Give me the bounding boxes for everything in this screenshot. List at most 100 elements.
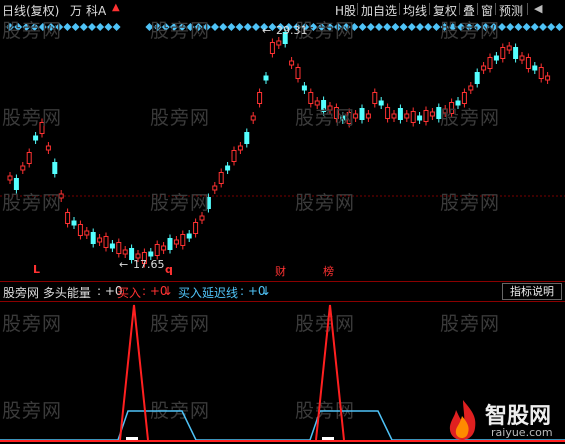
candle-body <box>148 251 154 257</box>
candle-body <box>7 175 13 181</box>
candle-body <box>346 112 352 124</box>
candle-body <box>193 222 199 234</box>
period-label[interactable]: 日线(复权) <box>2 2 59 19</box>
candle-body <box>263 75 269 81</box>
white-bar <box>126 437 138 440</box>
signal-diamond <box>186 23 195 31</box>
indicator-header: 股旁网 多头能量 : +0 买入 : +0 ↓ 买入延迟线 : +0 ↓ 指标说… <box>0 281 565 302</box>
candle-body <box>186 233 192 239</box>
candlestick-chart <box>0 23 565 268</box>
candle-body <box>519 55 525 61</box>
signal-diamond <box>309 23 318 31</box>
brand-logo: 智股网 raiyue.com <box>443 398 563 442</box>
candle-body <box>90 232 96 244</box>
signal-diamond <box>14 23 23 31</box>
candle-body <box>65 212 71 224</box>
signal-diamond <box>161 23 170 31</box>
signal-diamond <box>243 23 252 31</box>
signal-diamond <box>317 23 326 31</box>
back-arrow-icon[interactable]: ◀ <box>534 2 542 15</box>
window-button[interactable]: 窗 <box>481 2 493 19</box>
candle-body <box>481 65 487 71</box>
signal-diamond <box>424 23 433 31</box>
candle-body <box>506 45 512 51</box>
signal-diamond <box>432 23 441 31</box>
candle-body <box>39 122 45 134</box>
candle-body <box>225 165 231 171</box>
signal-diamond <box>465 23 474 31</box>
marker-l[interactable]: L <box>33 263 40 276</box>
signal-diamond <box>194 23 203 31</box>
signal-diamond <box>38 23 47 31</box>
candle-body <box>161 245 167 251</box>
signal-diamond <box>391 23 400 31</box>
signal-diamond <box>416 23 424 31</box>
candle-body <box>391 113 397 119</box>
signal-diamond <box>506 23 515 31</box>
candles-group <box>7 28 551 268</box>
signal-diamond <box>555 23 564 31</box>
candle-body <box>244 132 250 144</box>
signal-diamond <box>22 23 31 31</box>
add-watchlist-button[interactable]: 加自选 <box>361 2 397 19</box>
delay-down-arrow-icon: ↓ <box>261 284 272 298</box>
indicator-help-button[interactable]: 指标说明 <box>502 283 562 300</box>
candle-body <box>410 111 416 123</box>
signal-diamond <box>342 23 351 31</box>
signal-diamond <box>407 23 416 31</box>
signal-diamond <box>481 23 490 31</box>
candle-body <box>538 67 544 79</box>
candle-body <box>372 92 378 104</box>
low-arrow-icon: ← <box>119 258 129 271</box>
candle-body <box>212 185 218 191</box>
candle-body <box>321 100 327 112</box>
candle-body <box>97 237 103 243</box>
candle-body <box>455 100 461 106</box>
signal-diamond <box>227 23 236 31</box>
candle-body <box>468 85 474 91</box>
candle-body <box>474 72 480 84</box>
candle-body <box>154 244 160 256</box>
signal-diamond <box>145 23 154 31</box>
price-chart[interactable]: 股旁网 股旁网 股旁网 股旁网 股旁网 股旁网 股旁网 股旁网 股旁网 股旁网 … <box>0 18 565 280</box>
candle-body <box>385 107 391 119</box>
forecast-button[interactable]: 预测 <box>499 2 523 19</box>
candle-body <box>404 113 410 119</box>
candle-body <box>327 105 333 111</box>
signal-diamond <box>547 23 556 31</box>
candle-body <box>257 92 263 104</box>
candle-body <box>436 107 442 119</box>
signal-diamond <box>539 23 547 31</box>
white-bar <box>322 437 334 440</box>
marker-ranking[interactable]: 榜 <box>323 263 334 279</box>
candle-body <box>308 92 314 104</box>
high-price-label: 29.31 <box>276 24 308 37</box>
candle-body <box>26 152 32 164</box>
candle-body <box>353 113 359 119</box>
candle-body <box>218 172 224 184</box>
candle-body <box>301 85 307 91</box>
signal-diamond <box>358 23 367 31</box>
marker-q[interactable]: q <box>165 263 173 276</box>
ma-button[interactable]: 均线 <box>403 2 427 19</box>
top-toolbar: 日线(复权) 万 科A ▲ H股 加自选 均线 复权 叠 窗 预测 ◀ <box>0 0 565 18</box>
candle-body <box>493 55 499 61</box>
overlay-button[interactable]: 叠 <box>463 2 475 19</box>
candle-body <box>52 162 58 174</box>
candle-body <box>237 145 243 151</box>
signal-diamond <box>440 23 449 31</box>
candle-body <box>116 242 122 254</box>
signal-diamond <box>489 23 498 31</box>
signal-diamond <box>79 23 88 31</box>
signal-diamond <box>178 23 187 31</box>
adjust-button[interactable]: 复权 <box>433 2 457 19</box>
h-share-button[interactable]: H股 <box>335 2 356 19</box>
candle-body <box>199 215 205 221</box>
candle-body <box>423 110 429 122</box>
signal-diamond <box>112 23 121 31</box>
signal-diamond <box>350 23 359 31</box>
candle-body <box>487 57 493 69</box>
candle-body <box>397 108 403 120</box>
marker-finance[interactable]: 财 <box>275 263 286 279</box>
candle-body <box>365 113 371 119</box>
